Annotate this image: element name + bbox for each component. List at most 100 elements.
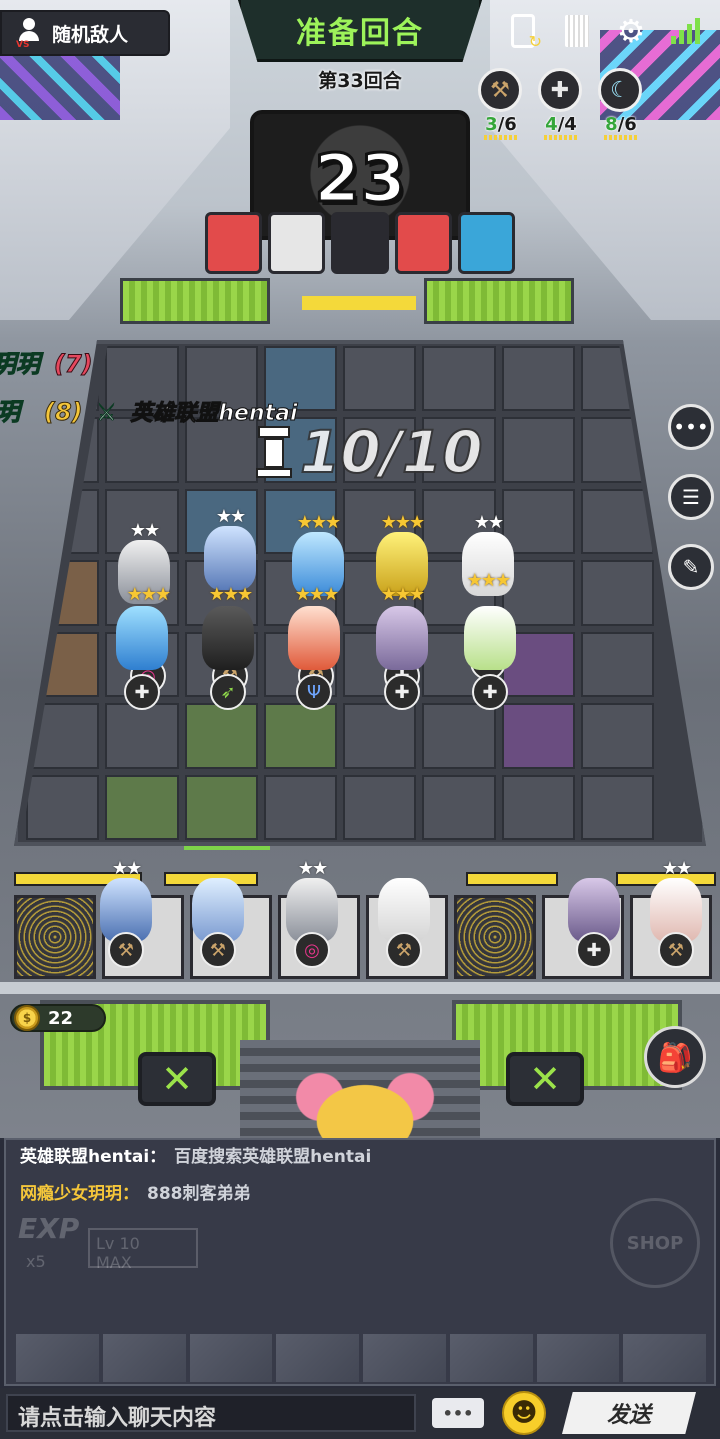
chat-speaker: 网瘾少女玥玥： [20,1184,139,1204]
board-cell[interactable] [263,774,337,840]
player-list-button[interactable]: ☰ [668,474,714,520]
unit-sprite [376,606,428,670]
board-cell[interactable] [580,560,654,626]
arcade-machine [394,212,452,274]
random-enemy-indicator[interactable]: VS 随机敌人 [0,10,170,56]
chat-bubble-icon: ••• [673,415,709,439]
trait-moon[interactable]: ☾ 8/6 [598,68,644,140]
board-cell[interactable] [343,774,417,840]
board-cell[interactable] [422,774,496,840]
unit-stars: ★★ [473,512,504,533]
bench-slot[interactable] [14,895,96,979]
sell-x-right-icon[interactable]: ✕ [506,1052,584,1106]
bench-unit[interactable]: ★★ ⚒ [86,858,166,968]
chat-message: 网瘾少女玥玥： 888刺客弟弟 [20,1179,251,1204]
player-list-icon: ☰ [682,485,700,509]
hammer-icon: ⚒ [108,932,144,968]
sword-note-button[interactable]: ✎ [668,544,714,590]
board-cell[interactable] [105,774,179,840]
board-cell[interactable] [105,417,179,483]
board-cell[interactable] [422,703,496,769]
unit-stars: ★★★ [380,512,425,533]
board-cell[interactable] [105,703,179,769]
board-cell[interactable] [343,346,417,412]
board-cell[interactable] [501,774,575,840]
trait-count: 8/6 [605,114,637,135]
target-icon: ◎ [294,932,330,968]
arcade-machine [457,212,516,274]
coin-icon: $ [14,1005,40,1031]
board-cell[interactable] [580,631,654,698]
opponent-name: 玥 [0,398,21,427]
board-cell[interactable] [580,488,654,555]
trait-progress [544,135,578,140]
backpack-button[interactable]: 🎒 [644,1026,706,1088]
chat-input[interactable]: 请点击输入聊天内容 [6,1394,416,1432]
bench-unit[interactable]: ★★ ◎ [272,858,352,968]
shop-portrait-strip [16,1334,706,1382]
chat-message: 英雄联盟hentai： 百度搜索英雄联盟hentai [20,1142,371,1167]
speech-bubble-icon: ••• [432,1398,484,1428]
exp-button-ghost: EXP [18,1212,80,1245]
board-cell[interactable] [184,703,258,769]
board-cell[interactable] [580,346,654,412]
phase-banner: 准备回合 [238,0,482,62]
yellow-strip [302,296,416,310]
bench-yellow-bar [466,872,558,886]
board-unit[interactable]: Ψ [274,600,354,710]
emoji-button[interactable]: ☻ [502,1391,546,1435]
top-grass-pad [120,278,270,324]
board-cell[interactable] [580,703,654,769]
bench-unit[interactable]: ⚒ [364,858,444,968]
board-cell[interactable] [26,631,100,698]
board-cell[interactable] [580,774,654,840]
unit-sprite [288,606,340,670]
board-unit[interactable]: ✚ [102,600,182,710]
board-cell[interactable] [422,346,496,412]
level-panel-ghost: Lv 10 MAX [88,1228,198,1272]
chat-bubble-button[interactable]: ••• [668,404,714,450]
board-unit[interactable]: ✚ [362,600,442,710]
hammer-icon: ⚒ [200,932,236,968]
board-cell[interactable] [263,703,337,769]
hammer-icon: ⚒ [386,932,422,968]
gear-icon[interactable]: ⚙ [614,12,648,50]
trait-cross[interactable]: ✚ 4/4 [538,68,584,140]
bench-unit[interactable]: ★★ ⚒ [636,858,716,968]
board-cell[interactable] [501,346,575,412]
send-button[interactable]: 发送 [562,1392,696,1434]
rotate-phone-icon[interactable] [506,12,542,51]
guide-book-icon[interactable] [560,12,594,50]
countdown-timer: 23 [313,139,408,219]
quick-phrase-button[interactable]: ••• [428,1394,488,1432]
arcade-machine [205,212,263,274]
trait-hammer[interactable]: ⚒ 3/6 [478,68,524,140]
trait-count: 4/4 [545,114,577,135]
unit-stars: ★★ [661,858,692,879]
unit-stars: ★★★ [296,512,341,533]
board-cell[interactable] [343,703,417,769]
bench-unit[interactable]: ✚ [554,858,634,968]
board-unit[interactable]: ➶ [188,600,268,710]
cross-icon: ✚ [576,932,612,968]
bench-rail [0,982,720,994]
sell-x-left-icon[interactable]: ✕ [138,1052,216,1106]
level-max-label: MAX [96,1253,132,1272]
board-cell[interactable] [26,774,100,840]
arcade-machines [205,212,516,276]
trait-tracker: ⚒ 3/6 ✚ 4/4 ☾ 8/6 [478,68,644,140]
vs-player-icon: VS [16,18,42,50]
board-cell[interactable] [184,774,258,840]
bench-unit[interactable]: ⚒ [178,858,258,968]
board-cell[interactable] [184,417,258,483]
board-cell[interactable] [501,703,575,769]
cross-icon: ✚ [472,674,508,710]
trait-count: 3/6 [485,114,517,135]
board-cell[interactable] [501,417,575,483]
bench-slot[interactable] [454,895,536,979]
population-counter: 10/10 [256,417,484,487]
board-cell[interactable] [26,488,100,555]
arcade-machine [268,212,326,274]
level-label: Lv 10 [96,1234,140,1253]
board-unit[interactable]: ✚ [450,600,530,710]
